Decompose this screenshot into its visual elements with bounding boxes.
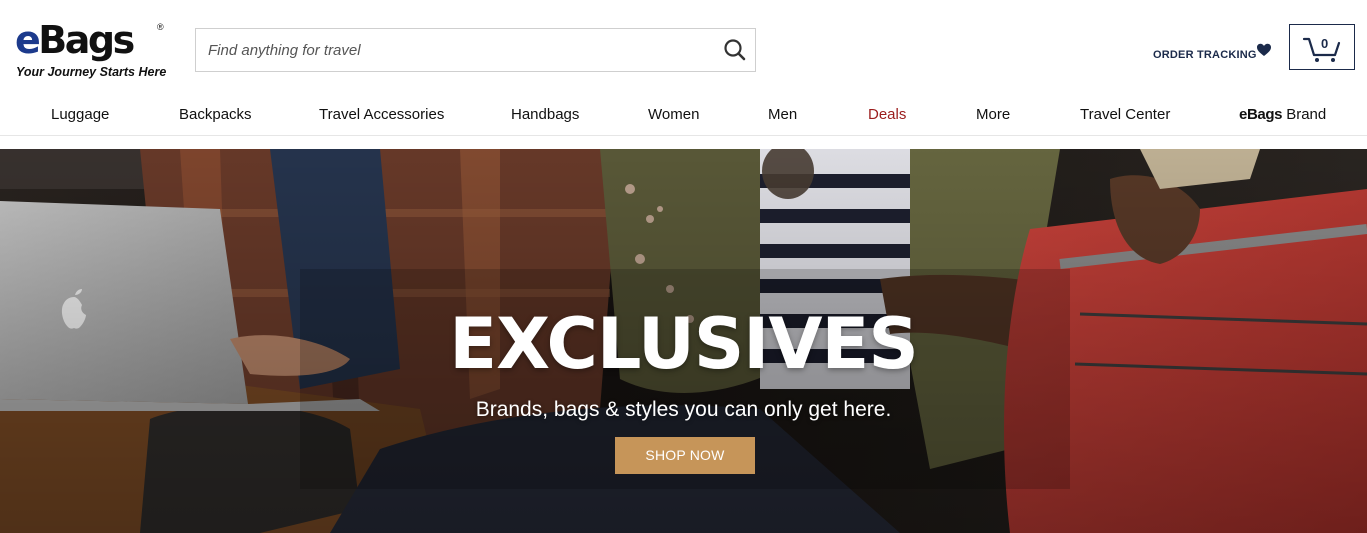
nav-item-travel-accessories[interactable]: Travel Accessories bbox=[319, 106, 444, 123]
nav-item-backpacks[interactable]: Backpacks bbox=[179, 106, 252, 123]
nav-brand-rest: Brand bbox=[1282, 106, 1327, 123]
nav-item-travel-center[interactable]: Travel Center bbox=[1080, 106, 1170, 123]
order-tracking-link[interactable]: ORDER TRACKING bbox=[1153, 49, 1257, 61]
nav-item-more[interactable]: More bbox=[976, 106, 1010, 123]
cart-button[interactable]: 0 bbox=[1289, 24, 1355, 70]
heart-icon[interactable] bbox=[1256, 42, 1272, 58]
logo-registered-mark: ® bbox=[157, 22, 164, 32]
search-icon[interactable] bbox=[721, 36, 749, 64]
nav-item-women[interactable]: Women bbox=[648, 106, 699, 123]
hero-title: EXCLUSIVES bbox=[449, 303, 918, 385]
shop-now-button[interactable]: SHOP NOW bbox=[615, 437, 755, 474]
logo-tagline: Your Journey Starts Here bbox=[16, 65, 167, 79]
logo-wordmark: eBags bbox=[15, 18, 135, 62]
ebags-logo[interactable]: eBags ® Your Journey Starts Here bbox=[15, 18, 170, 82]
site-header: eBags ® Your Journey Starts Here ORDER T… bbox=[0, 0, 1367, 96]
nav-item-deals[interactable]: Deals bbox=[868, 106, 906, 123]
nav-item-men[interactable]: Men bbox=[768, 106, 797, 123]
main-nav: Luggage Backpacks Travel Accessories Han… bbox=[0, 96, 1367, 136]
search-bar bbox=[195, 28, 756, 72]
hero-subtitle: Brands, bags & styles you can only get h… bbox=[475, 398, 892, 421]
nav-item-luggage[interactable]: Luggage bbox=[51, 106, 109, 123]
nav-brand-bold: eBags bbox=[1239, 106, 1283, 123]
cart-count: 0 bbox=[1321, 36, 1329, 51]
hero-banner[interactable]: EXCLUSIVES Brands, bags & styles you can… bbox=[0, 149, 1367, 533]
nav-item-handbags[interactable]: Handbags bbox=[511, 106, 579, 123]
nav-item-ebags-brand[interactable]: eBags Brand bbox=[1239, 106, 1326, 123]
search-input[interactable] bbox=[196, 29, 716, 71]
